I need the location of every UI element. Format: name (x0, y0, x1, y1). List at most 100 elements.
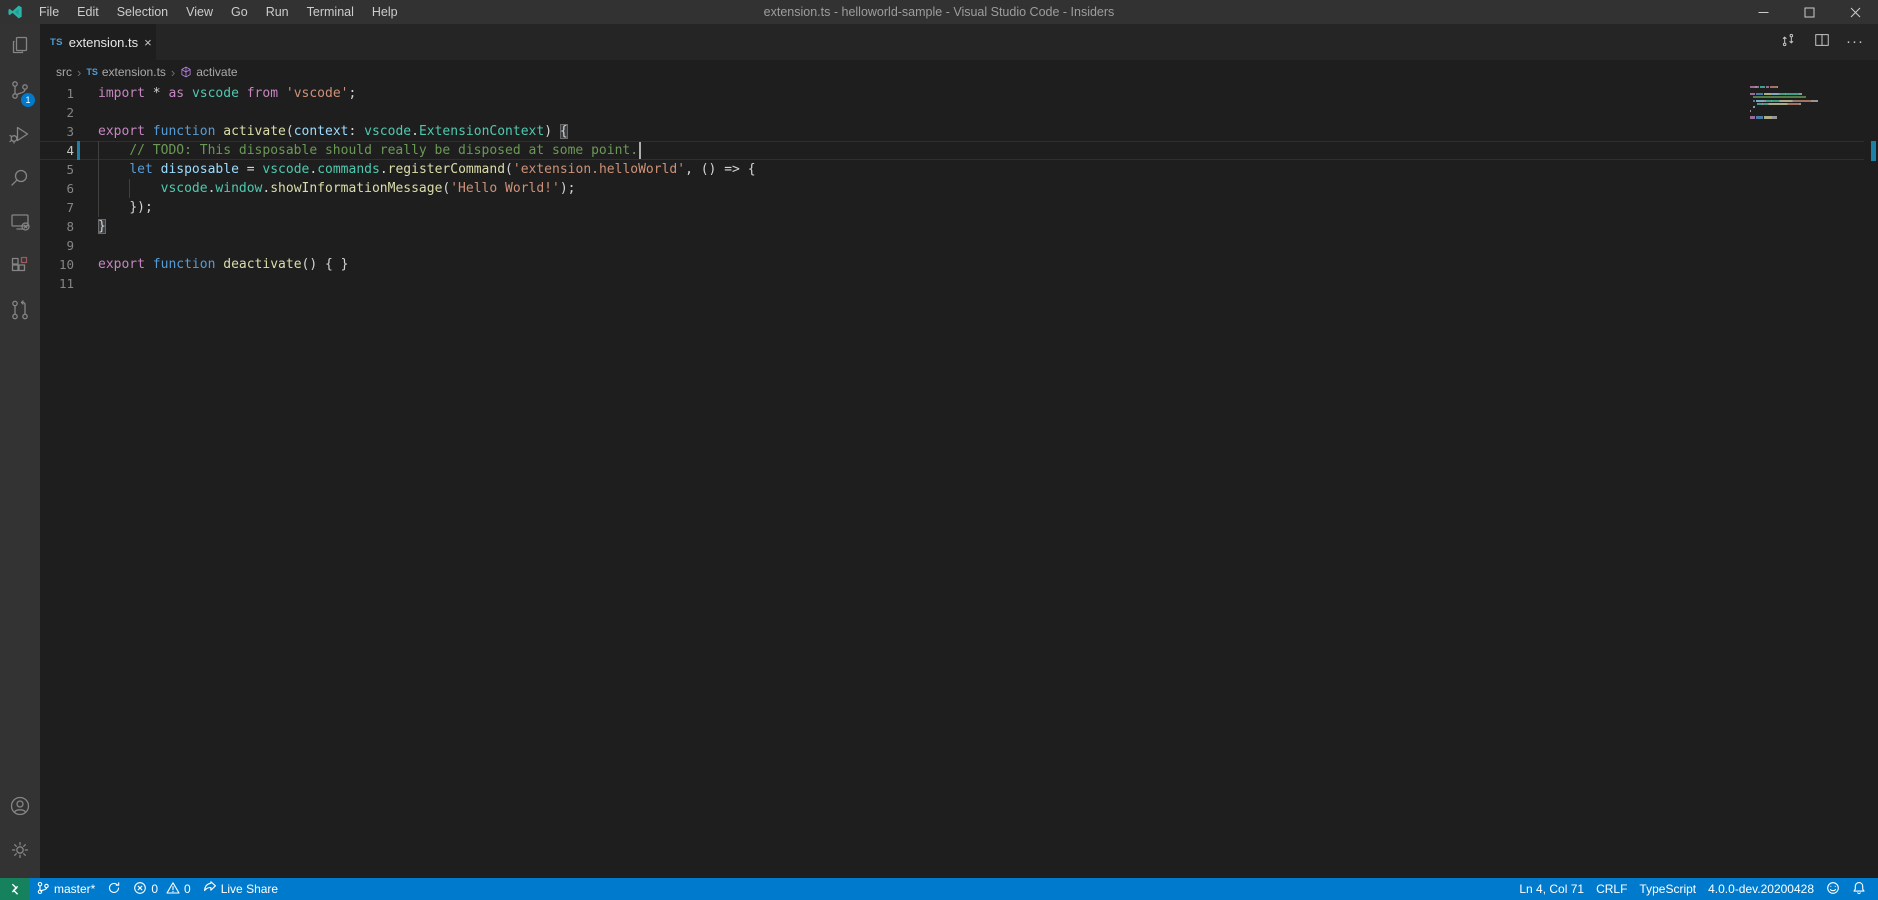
menu-edit[interactable]: Edit (68, 0, 108, 24)
git-branch-icon (36, 881, 50, 898)
run-debug-icon[interactable] (0, 112, 40, 156)
activity-bar: 1 (0, 24, 40, 878)
code-line-7[interactable]: 7 }); (40, 198, 1864, 217)
scm-badge: 1 (21, 93, 35, 107)
line-number[interactable]: 6 (40, 179, 74, 198)
tab-label: extension.ts (69, 35, 138, 50)
line-number[interactable]: 1 (40, 84, 74, 103)
code-line-11[interactable]: 11 (40, 274, 1864, 293)
editor-actions: ··· (1778, 24, 1878, 60)
code-editor[interactable]: 1import * as vscode from 'vscode';23expo… (40, 84, 1878, 878)
indent-guide (98, 198, 99, 217)
live-share-icon (203, 881, 217, 898)
menu-view[interactable]: View (177, 0, 222, 24)
status-problems[interactable]: 00 (127, 878, 196, 900)
status-sync[interactable] (101, 878, 127, 900)
status-eol[interactable]: CRLF (1590, 878, 1633, 900)
window-controls (1740, 0, 1878, 24)
search-icon[interactable] (0, 156, 40, 200)
status-label: master* (54, 882, 95, 896)
source-control-icon[interactable]: 1 (0, 68, 40, 112)
breadcrumb-label: extension.ts (102, 65, 166, 79)
status-label: Live Share (221, 882, 278, 896)
status-git-branch[interactable]: master* (30, 878, 101, 900)
explorer-icon[interactable] (0, 24, 40, 68)
github-pull-requests-icon[interactable] (0, 288, 40, 332)
breadcrumb-activate[interactable]: activate (180, 65, 237, 79)
indent-guide (98, 160, 99, 179)
code-line-6[interactable]: 6 vscode.window.showInformationMessage('… (40, 179, 1864, 198)
close-window-button[interactable] (1832, 0, 1878, 24)
line-number[interactable]: 4 (40, 141, 74, 160)
code-line-8[interactable]: 8} (40, 217, 1864, 236)
vscode-window: FileEditSelectionViewGoRunTerminalHelp e… (0, 0, 1878, 900)
code-line-9[interactable]: 9 (40, 236, 1864, 255)
warning-count: 0 (184, 882, 191, 896)
title-bar: FileEditSelectionViewGoRunTerminalHelp e… (0, 0, 1878, 24)
tab-bar: TSextension.ts× ··· (40, 24, 1878, 60)
line-number[interactable]: 7 (40, 198, 74, 217)
text-cursor (639, 142, 641, 159)
menu-file[interactable]: File (30, 0, 68, 24)
vscode-insiders-logo-icon (0, 4, 30, 20)
tab-extension.ts[interactable]: TSextension.ts× (40, 24, 156, 60)
status-live-share[interactable]: Live Share (197, 878, 284, 900)
remote-icon (8, 882, 22, 896)
code-line-1[interactable]: 1import * as vscode from 'vscode'; (40, 84, 1864, 103)
indent-guide (129, 179, 130, 198)
sync-icon (107, 881, 121, 898)
line-number[interactable]: 11 (40, 274, 74, 293)
bell-icon (1852, 881, 1866, 898)
code-line-2[interactable]: 2 (40, 103, 1864, 122)
overview-ruler-scrollbar[interactable] (1864, 84, 1878, 878)
breadcrumb-extension.ts[interactable]: TS extension.ts (86, 65, 166, 79)
more-actions-icon[interactable]: ··· (1846, 33, 1864, 51)
remote-indicator[interactable] (0, 878, 30, 900)
open-changes-icon[interactable] (1778, 30, 1798, 55)
feedback-icon (1826, 881, 1840, 898)
line-number[interactable]: 8 (40, 217, 74, 236)
status-version[interactable]: 4.0.0-dev.20200428 (1702, 878, 1820, 900)
breadcrumb-separator: › (77, 65, 81, 80)
code-line-5[interactable]: 5 let disposable = vscode.commands.regis… (40, 160, 1864, 179)
accounts-icon[interactable] (0, 784, 40, 828)
status-language-mode[interactable]: TypeScript (1633, 878, 1702, 900)
menu-run[interactable]: Run (257, 0, 298, 24)
status-notifications[interactable] (1846, 878, 1872, 900)
breadcrumb-label: activate (196, 65, 237, 79)
code-line-10[interactable]: 10export function deactivate() { } (40, 255, 1864, 274)
minimap[interactable] (1750, 86, 1862, 123)
git-modified-gutter (77, 141, 80, 160)
typescript-file-icon: TS (86, 67, 98, 77)
line-number[interactable]: 9 (40, 236, 74, 255)
line-number[interactable]: 2 (40, 103, 74, 122)
status-feedback[interactable] (1820, 878, 1846, 900)
close-tab-icon[interactable]: × (144, 36, 152, 49)
breadcrumb-separator: › (171, 65, 175, 80)
symbol-method-icon (180, 66, 192, 78)
error-count: 0 (151, 882, 158, 896)
status-label: Ln 4, Col 71 (1519, 882, 1584, 896)
menu-bar: FileEditSelectionViewGoRunTerminalHelp (30, 0, 407, 24)
status-bar: master*00Live Share Ln 4, Col 71CRLFType… (0, 878, 1878, 900)
error-icon (133, 881, 147, 898)
menu-selection[interactable]: Selection (108, 0, 177, 24)
minimize-button[interactable] (1740, 0, 1786, 24)
split-editor-icon[interactable] (1812, 30, 1832, 55)
settings-icon[interactable] (0, 828, 40, 872)
maximize-button[interactable] (1786, 0, 1832, 24)
breadcrumb-label: src (56, 65, 72, 79)
extensions-icon[interactable] (0, 244, 40, 288)
menu-terminal[interactable]: Terminal (298, 0, 363, 24)
breadcrumb-src[interactable]: src (56, 65, 72, 79)
line-number[interactable]: 3 (40, 122, 74, 141)
line-number[interactable]: 5 (40, 160, 74, 179)
remote-explorer-icon[interactable] (0, 200, 40, 244)
indent-guide (98, 141, 99, 160)
code-line-3[interactable]: 3export function activate(context: vscod… (40, 122, 1864, 141)
code-line-4[interactable]: 4 // TODO: This disposable should really… (40, 141, 1864, 160)
menu-help[interactable]: Help (363, 0, 407, 24)
line-number[interactable]: 10 (40, 255, 74, 274)
status-cursor-position[interactable]: Ln 4, Col 71 (1513, 878, 1590, 900)
menu-go[interactable]: Go (222, 0, 257, 24)
